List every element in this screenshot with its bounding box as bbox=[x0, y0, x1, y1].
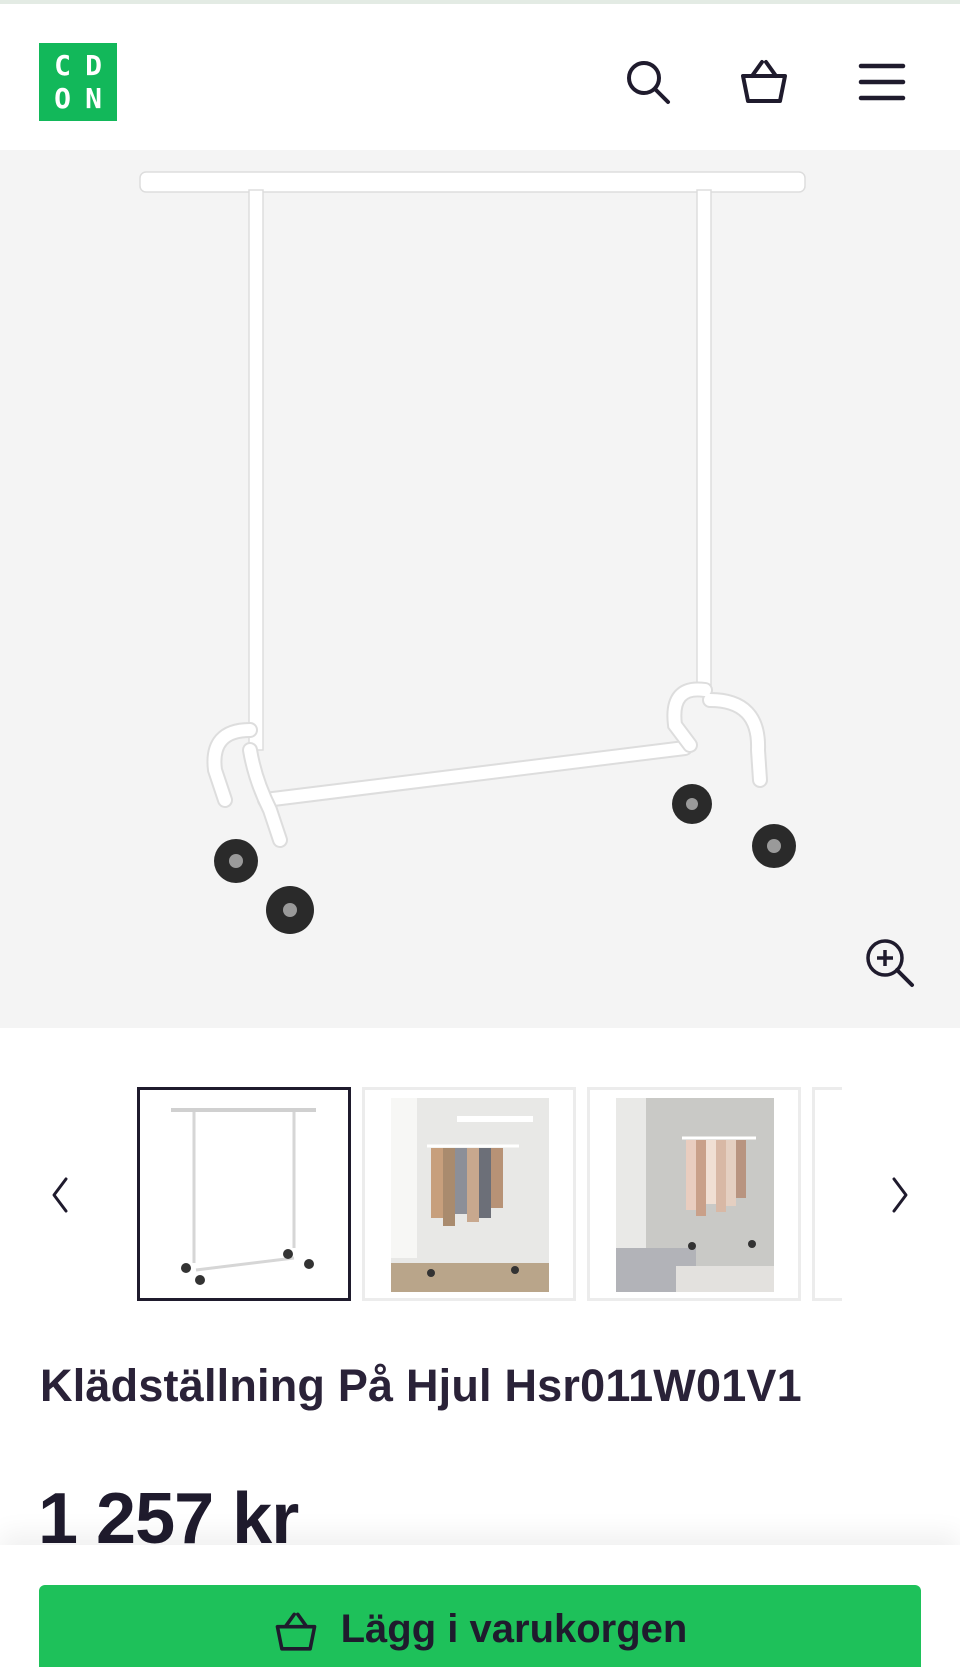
chevron-left-icon bbox=[52, 1177, 68, 1213]
add-to-cart-label: Lägg i varukorgen bbox=[340, 1607, 688, 1651]
logo-letter: C bbox=[54, 48, 71, 82]
thumbnail-carousel bbox=[0, 1085, 960, 1305]
site-header: C D O N bbox=[0, 4, 960, 150]
thumbnail-3[interactable] bbox=[587, 1087, 801, 1301]
logo-letter: N bbox=[85, 81, 102, 115]
chevron-right-icon bbox=[892, 1177, 908, 1213]
thumbnail-1[interactable] bbox=[137, 1087, 351, 1301]
zoom-button[interactable] bbox=[862, 935, 918, 991]
logo-letter: D bbox=[85, 48, 102, 82]
search-icon bbox=[627, 61, 670, 104]
basket-icon bbox=[275, 1612, 316, 1651]
next-arrow[interactable] bbox=[880, 1165, 920, 1225]
thumbnail-4[interactable] bbox=[812, 1087, 842, 1301]
basket-button[interactable] bbox=[736, 54, 792, 110]
zoom-in-icon bbox=[866, 939, 914, 987]
thumbnail-2[interactable] bbox=[362, 1087, 576, 1301]
rack-with-clothes-thumbnail bbox=[391, 1098, 549, 1292]
add-to-cart-button[interactable]: Lägg i varukorgen bbox=[39, 1585, 921, 1667]
rack-in-bedroom-thumbnail bbox=[616, 1098, 774, 1292]
product-image[interactable] bbox=[0, 150, 960, 1028]
menu-icon bbox=[858, 63, 906, 101]
basket-icon bbox=[741, 60, 787, 103]
logo-letter: O bbox=[54, 81, 71, 115]
menu-button[interactable] bbox=[854, 54, 910, 110]
sticky-cart-bar: Lägg i varukorgen bbox=[0, 1545, 960, 1667]
clothes-rack-image bbox=[139, 171, 806, 934]
cdon-logo[interactable]: C D O N bbox=[39, 43, 117, 121]
search-button[interactable] bbox=[620, 54, 676, 110]
product-title: Klädställning På Hjul Hsr011W01V1 bbox=[40, 1360, 802, 1411]
previous-arrow[interactable] bbox=[40, 1165, 80, 1225]
clothes-rack-thumbnail bbox=[171, 1108, 316, 1285]
